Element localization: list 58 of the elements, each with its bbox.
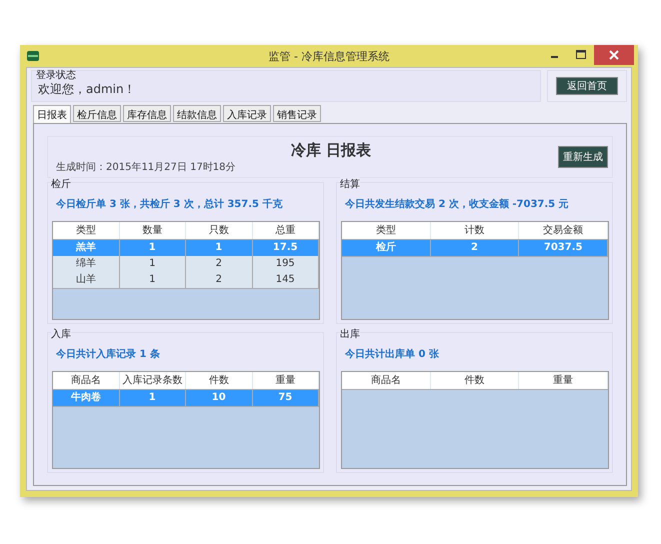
table-cell: 2 xyxy=(186,256,252,273)
group-label: 登录状态 xyxy=(36,68,76,82)
table-cell: 2 xyxy=(430,240,520,257)
table-cell: 山羊 xyxy=(53,272,120,289)
table-cell: 1 xyxy=(120,256,186,273)
table-cell: 195 xyxy=(252,256,319,273)
table-cell: 2 xyxy=(186,272,252,289)
table-cell: 羔羊 xyxy=(53,240,120,257)
column-header: 交易金额 xyxy=(519,222,608,239)
summary-text: 今日检斤单 3 张，共检斤 3 次，总计 357.5 千克 xyxy=(55,198,284,212)
column-header: 重量 xyxy=(519,372,608,388)
tab[interactable]: 检斤信息 xyxy=(73,105,121,122)
column-header: 件数 xyxy=(430,372,520,388)
table-cell: 17.5 xyxy=(252,240,319,257)
welcome-text: 欢迎您，admin！ xyxy=(38,81,136,98)
summary-text: 今日共发生结款交易 2 次，收支金额 -7037.5 元 xyxy=(344,197,570,212)
table-cell: 检斤 xyxy=(342,240,431,257)
summary-text: 今日共计出库单 0 张 xyxy=(344,347,440,362)
column-header: 商品名 xyxy=(342,372,431,388)
table-cell: 7037.5 xyxy=(519,240,608,257)
summary-text: 今日共计入库记录 1 条 xyxy=(55,347,161,362)
table-row[interactable]: 山羊 1 2 145 xyxy=(53,272,319,288)
column-header: 总重 xyxy=(252,222,319,239)
tab[interactable]: 结款信息 xyxy=(173,105,221,122)
table-cell: 1 xyxy=(186,240,252,257)
column-header: 类型 xyxy=(53,222,120,239)
tab[interactable]: 库存信息 xyxy=(123,105,171,122)
close-icon[interactable] xyxy=(594,45,634,65)
app-icon xyxy=(27,51,39,61)
group-label: 入库 xyxy=(51,326,71,340)
column-header: 件数 xyxy=(186,372,252,388)
table-row[interactable]: 绵羊 1 2 195 xyxy=(53,256,319,272)
tab[interactable]: 入库记录 xyxy=(223,105,271,122)
column-header: 数量 xyxy=(120,222,186,239)
group-label: 结算 xyxy=(340,177,360,191)
table-cell: 10 xyxy=(186,390,252,406)
table-cell: 1 xyxy=(120,272,186,289)
table-cell: 牛肉卷 xyxy=(53,390,120,406)
column-header: 重量 xyxy=(252,372,319,388)
table-cell: 1 xyxy=(120,240,186,257)
table-cell: 1 xyxy=(120,390,186,406)
group-label: 出库 xyxy=(340,326,360,340)
table-cell: 绵羊 xyxy=(53,256,120,273)
column-header: 计数 xyxy=(430,222,520,239)
regenerate-button[interactable]: 重新生成 xyxy=(558,146,608,168)
column-header: 类型 xyxy=(342,222,431,239)
tab[interactable]: 日报表 xyxy=(33,105,71,123)
home-button[interactable]: 返回首页 xyxy=(556,77,618,95)
column-header: 商品名 xyxy=(53,372,120,388)
window-title: 监管 - 冷库信息管理系统 xyxy=(268,48,390,64)
tab[interactable]: 销售记录 xyxy=(273,105,321,122)
column-header: 只数 xyxy=(186,222,252,239)
table-cell: 145 xyxy=(252,272,319,289)
table-cell: 75 xyxy=(252,390,319,406)
generated-time: 生成时间：2015年11月27日 17时18分 xyxy=(56,160,237,174)
report-title: 冷库 日报表 xyxy=(290,140,372,160)
column-header: 入库记录条数 xyxy=(120,372,186,388)
group-label: 检斤 xyxy=(51,177,71,191)
